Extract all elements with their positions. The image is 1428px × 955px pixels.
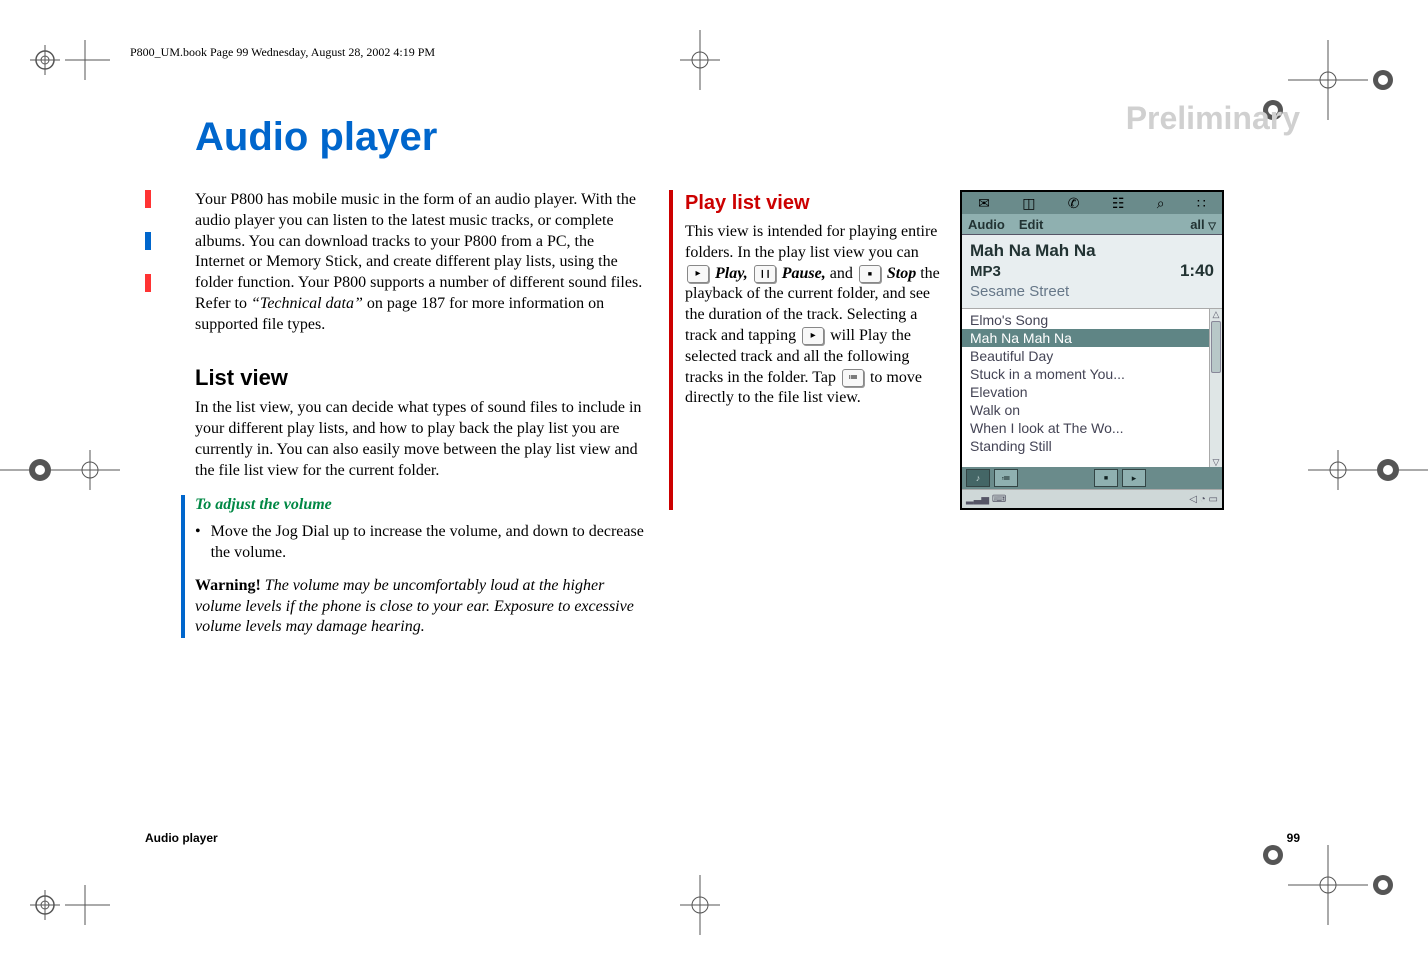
play-button[interactable]: ▸	[1122, 469, 1146, 487]
footer-page-number: 99	[1287, 831, 1300, 845]
heading-play-list-view: Play list view	[685, 190, 940, 216]
list-icon: ≔	[842, 369, 864, 387]
phone-bottombar: ▂▃▅ ⌨ ◁ ◔ ▭	[962, 489, 1222, 508]
play-icon-inline: ▸	[802, 327, 824, 345]
play-icon: ▸	[687, 265, 709, 283]
playlist-item[interactable]: Beautiful Day	[962, 347, 1209, 365]
np-title: Mah Na Mah Na	[970, 241, 1214, 261]
accent-bars	[145, 190, 151, 316]
crop-mark-mr	[1308, 450, 1428, 490]
menu-edit[interactable]: Edit	[1019, 217, 1044, 232]
now-playing-panel: Mah Na Mah Na MP3 1:40 Sesame Street	[962, 235, 1222, 309]
book-icon[interactable]: ◫	[1022, 195, 1035, 212]
footer-section: Audio player	[145, 831, 218, 845]
phone-icon[interactable]: ✆	[1068, 195, 1080, 212]
playlist-item[interactable]: Elmo's Song	[962, 311, 1209, 329]
search-icon[interactable]: ⌕	[1157, 195, 1165, 212]
crop-mark-bc	[680, 875, 720, 935]
playlist-paragraph: This view is intended for playing entire…	[685, 222, 940, 409]
signal-icon: ▂▃▅	[966, 494, 989, 505]
playlist: Elmo's SongMah Na Mah NaBeautiful DayStu…	[962, 309, 1222, 467]
menu-folder-selector[interactable]: all ▽	[1190, 217, 1216, 232]
playlist-item[interactable]: Stuck in a moment You...	[962, 365, 1209, 383]
phone-statusbar: ✉ ◫ ✆ ☷ ⌕ ∷	[962, 192, 1222, 214]
control-bar: ♪ ≔ ■ ▸	[962, 467, 1222, 489]
phone-menubar: Audio Edit all ▽	[962, 214, 1222, 235]
stop-icon: ■	[859, 265, 881, 283]
np-artist: Sesame Street	[970, 283, 1214, 300]
menu-audio[interactable]: Audio	[968, 217, 1005, 232]
dropdown-icon: ▽	[1208, 221, 1216, 232]
preliminary-watermark: Preliminary	[1126, 100, 1300, 137]
np-duration: 1:40	[1180, 261, 1214, 281]
footer: Audio player 99	[145, 831, 1300, 845]
scroll-up-icon[interactable]: △	[1211, 309, 1221, 319]
heading-list-view: List view	[195, 364, 645, 393]
warning-paragraph: Warning! The volume may be uncomfortably…	[195, 576, 645, 638]
keyboard-icon[interactable]: ⌨	[992, 494, 1006, 505]
crop-mark-tl	[30, 40, 110, 80]
view-nowplaying-button[interactable]: ♪	[966, 469, 990, 487]
playlist-item[interactable]: Standing Still	[962, 437, 1209, 455]
intro-paragraph: Your P800 has mobile music in the form o…	[195, 190, 645, 336]
scroll-down-icon[interactable]: ▽	[1211, 457, 1221, 467]
view-list-button[interactable]: ≔	[994, 469, 1018, 487]
list-view-paragraph: In the list view, you can decide what ty…	[195, 398, 645, 481]
playlist-item[interactable]: When I look at The Wo...	[962, 419, 1209, 437]
apps-icon[interactable]: ∷	[1197, 195, 1206, 212]
book-header: P800_UM.book Page 99 Wednesday, August 2…	[130, 45, 1300, 60]
clock-icon: ◔	[1200, 494, 1206, 505]
crop-mark-ml	[0, 450, 120, 490]
scrollbar[interactable]: △ ▽	[1209, 309, 1222, 467]
pause-icon: ❙❙	[754, 265, 776, 283]
stop-button[interactable]: ■	[1094, 469, 1118, 487]
playlist-item[interactable]: Mah Na Mah Na	[962, 329, 1209, 347]
volume-bullet: • Move the Jog Dial up to increase the v…	[195, 522, 645, 564]
battery-icon: ▭	[1209, 494, 1218, 505]
playlist-item[interactable]: Elevation	[962, 383, 1209, 401]
crop-mark-bl	[30, 885, 110, 925]
heading-adjust-volume: To adjust the volume	[195, 495, 645, 516]
playlist-item[interactable]: Walk on	[962, 401, 1209, 419]
scroll-thumb[interactable]	[1211, 321, 1221, 373]
np-format: MP3	[970, 263, 1001, 280]
phone-mockup: ✉ ◫ ✆ ☷ ⌕ ∷ Audio Edit	[960, 190, 1224, 510]
calendar-icon[interactable]: ☷	[1112, 195, 1125, 212]
speaker-icon[interactable]: ◁	[1189, 494, 1197, 505]
mail-icon[interactable]: ✉	[978, 195, 990, 212]
